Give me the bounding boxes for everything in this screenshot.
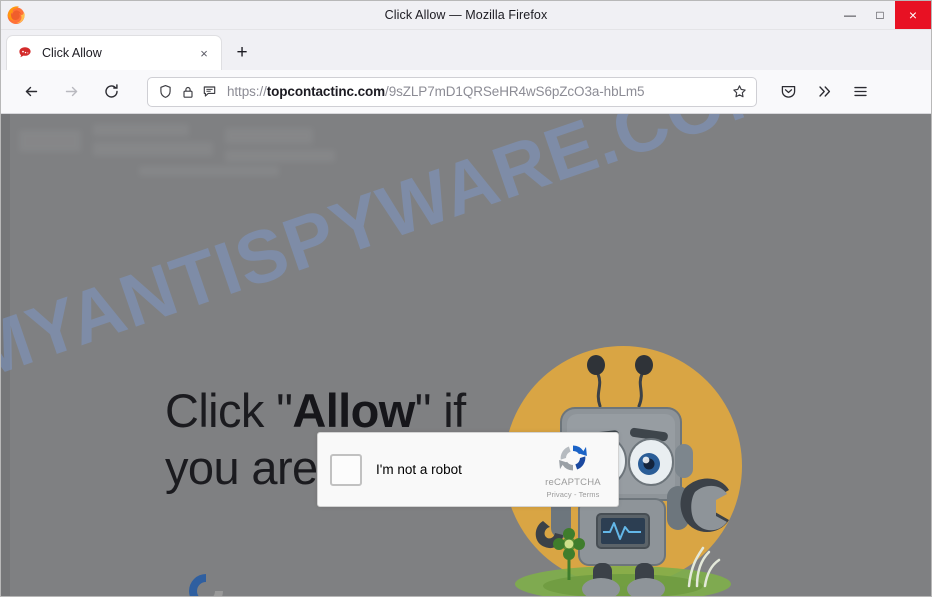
- headline-part1: Click ": [165, 384, 293, 437]
- page-scrollbar[interactable]: [1, 114, 10, 596]
- shield-icon[interactable]: [157, 83, 174, 100]
- tab-title: Click Allow: [42, 46, 102, 60]
- browser-window: Click Allow — Mozilla Firefox — □ × Clic…: [0, 0, 932, 597]
- navigation-toolbar: https://topcontactinc.com/9sZLP7mD1QRSeH…: [1, 70, 931, 114]
- window-controls: — □ ×: [835, 1, 931, 29]
- title-bar: Click Allow — Mozilla Firefox — □ ×: [1, 1, 931, 30]
- recaptcha-legal-links[interactable]: Privacy - Terms: [534, 490, 612, 499]
- url-path: /9sZLP7mD1QRSeHR4wS6pZcO3a-hbLm5: [385, 84, 645, 99]
- recaptcha-brand-name: reCAPTCHA: [545, 477, 601, 488]
- url-text[interactable]: https://topcontactinc.com/9sZLP7mD1QRSeH…: [227, 84, 728, 99]
- ecaptcha-brand: E-CAPTCHA: [176, 569, 236, 596]
- tab-favicon-icon: [17, 45, 33, 61]
- padlock-icon[interactable]: [179, 83, 196, 100]
- tab-close-icon[interactable]: ×: [195, 44, 213, 62]
- hamburger-menu-icon[interactable]: [845, 77, 875, 107]
- address-bar[interactable]: https://topcontactinc.com/9sZLP7mD1QRSeH…: [147, 76, 757, 107]
- reload-button[interactable]: [95, 76, 127, 108]
- minimize-button[interactable]: —: [835, 1, 865, 29]
- headline-emphasis: Allow: [292, 384, 415, 437]
- back-button[interactable]: [15, 76, 47, 108]
- recaptcha-branding: reCAPTCHA Privacy - Terms: [534, 440, 612, 499]
- forward-button: [55, 76, 87, 108]
- permissions-speech-bubble-icon[interactable]: [201, 83, 218, 100]
- tab-strip: Click Allow × +: [1, 30, 931, 70]
- bookmark-star-icon[interactable]: [728, 81, 750, 103]
- firefox-icon: [5, 4, 27, 26]
- pocket-icon[interactable]: [773, 77, 803, 107]
- recaptcha-logo-icon: [555, 440, 591, 476]
- url-host: topcontactinc.com: [266, 84, 386, 99]
- window-title: Click Allow — Mozilla Firefox: [384, 8, 548, 22]
- c-mark-icon: [184, 569, 228, 596]
- recaptcha-widget[interactable]: I'm not a robot reCAPTCHA Privacy - Term…: [317, 432, 619, 507]
- recaptcha-checkbox-label[interactable]: I'm not a robot: [376, 462, 534, 477]
- browser-tab[interactable]: Click Allow ×: [7, 36, 221, 70]
- close-button[interactable]: ×: [895, 1, 931, 29]
- page-viewport: MYANTISPYWARE.COM Click "Allow" if you a…: [1, 114, 931, 596]
- page-background-artifacts: [19, 120, 335, 192]
- recaptcha-checkbox[interactable]: [330, 453, 362, 486]
- url-scheme: https://: [227, 84, 267, 99]
- new-tab-button[interactable]: +: [227, 38, 257, 68]
- maximize-button[interactable]: □: [865, 1, 895, 29]
- overflow-chevron-icon[interactable]: [809, 77, 839, 107]
